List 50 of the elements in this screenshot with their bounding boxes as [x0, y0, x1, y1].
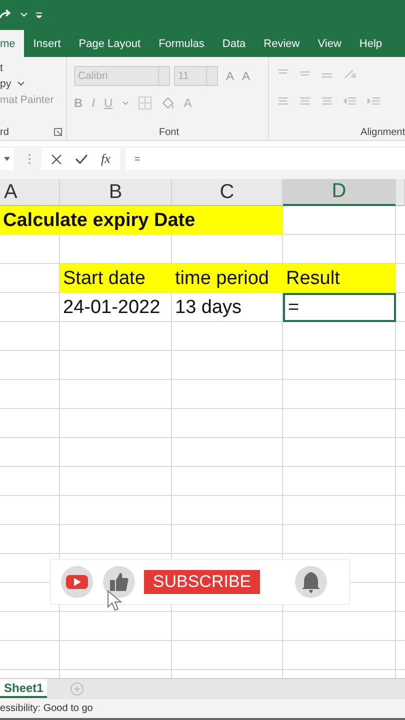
column-header[interactable]	[396, 179, 405, 206]
table-cell-text: 24-01-2022	[62, 296, 162, 320]
align-icon[interactable]	[299, 97, 311, 107]
fill-bucket-icon[interactable]	[160, 96, 175, 110]
grip-icon	[28, 153, 31, 165]
group-label: Alignment	[360, 126, 405, 138]
column-header[interactable]: D	[283, 179, 396, 206]
formula-field[interactable]: =	[126, 148, 405, 170]
column-header[interactable]: C	[172, 179, 283, 206]
table-cell: Result	[283, 264, 396, 293]
borders-icon[interactable]	[138, 96, 152, 110]
ribbon-tab[interactable]: Formulas	[150, 30, 214, 57]
table-cell: Start date	[60, 264, 172, 293]
indent-icon[interactable]	[343, 97, 357, 107]
subscribe-button[interactable]: SUBSCRIBE	[144, 570, 260, 594]
column-header[interactable]: B	[60, 179, 172, 206]
table-cell: =	[283, 293, 396, 322]
close-icon[interactable]	[51, 154, 62, 164]
column-header[interactable]: A	[0, 179, 60, 206]
dialog-launcher-icon[interactable]	[54, 128, 62, 136]
align-icon[interactable]	[277, 97, 289, 107]
cell-title: Calculate expiry Date	[0, 206, 283, 235]
status-text: essibility: Good to go	[0, 703, 93, 714]
align-icon[interactable]	[321, 97, 333, 107]
add-sheet-icon[interactable]	[70, 682, 84, 696]
caret-icon[interactable]	[17, 81, 26, 87]
copy-label[interactable]: py	[0, 78, 12, 90]
ribbon-tab[interactable]: Help	[350, 30, 392, 57]
insert-function-button[interactable]: fx	[101, 151, 110, 167]
check-icon[interactable]	[75, 154, 88, 164]
redo-icon[interactable]	[0, 9, 12, 21]
table-cell: time period	[172, 264, 283, 293]
group-label: rd	[0, 126, 9, 138]
ribbon-tab[interactable]: Insert	[24, 30, 70, 57]
thumbs-up-icon[interactable]	[102, 565, 136, 599]
name-box[interactable]	[0, 148, 14, 170]
ribbon-tab[interactable]: me	[0, 30, 24, 57]
ribbon-tab[interactable]: View	[308, 30, 350, 57]
indent-icon[interactable]	[367, 97, 381, 107]
ribbon-tab[interactable]: Review	[254, 30, 309, 57]
ribbon-tab[interactable]: Page Layout	[70, 30, 150, 57]
ribbon-tab[interactable]: Data	[213, 30, 255, 57]
bell-icon[interactable]	[294, 565, 328, 599]
caret-icon[interactable]	[4, 157, 10, 161]
cut-label[interactable]: t	[0, 62, 66, 74]
sheet-tab[interactable]: Sheet1	[0, 679, 48, 698]
group-label: Font	[158, 126, 179, 138]
play-button-icon[interactable]	[60, 565, 94, 599]
table-cell-text: 13 days	[174, 296, 243, 320]
customize-icon[interactable]	[36, 12, 42, 18]
